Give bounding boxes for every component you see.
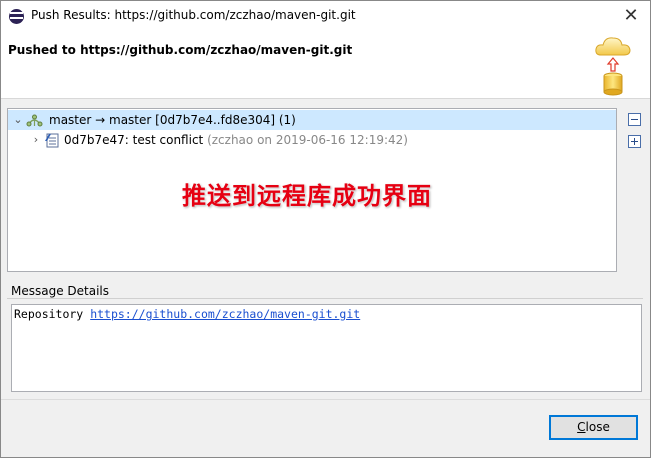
header-banner: Pushed to https://github.com/zczhao/mave… bbox=[1, 31, 650, 99]
cloud-upload-repository-icon bbox=[595, 37, 631, 96]
commit-summary: 0d7b7e47: test conflict bbox=[64, 133, 204, 147]
close-button-label: lose bbox=[585, 420, 610, 434]
tree-row-label: 0d7b7e47: test conflict (zczhao on 2019-… bbox=[64, 133, 408, 147]
eclipse-app-icon bbox=[9, 9, 24, 24]
commit-meta: (zczhao on 2019-06-16 12:19:42) bbox=[207, 133, 408, 147]
chevron-right-icon[interactable]: › bbox=[30, 133, 42, 147]
overlay-caption: 推送到远程库成功界面 bbox=[182, 182, 432, 210]
close-button[interactable]: Close bbox=[549, 415, 638, 440]
divider bbox=[1, 399, 650, 400]
push-results-dialog: Push Results: https://github.com/zczhao/… bbox=[0, 0, 651, 458]
tree-row-branch-update[interactable]: ⌄ master → master [0d7b7e4..fd8e304] (1) bbox=[8, 110, 616, 130]
close-icon[interactable]: ✕ bbox=[618, 3, 644, 29]
close-button-mnemonic: C bbox=[577, 420, 586, 434]
message-details-label: Message Details bbox=[11, 284, 110, 298]
page-title: Pushed to https://github.com/zczhao/mave… bbox=[8, 43, 353, 57]
tree-row-commit[interactable]: › 0d7b7e47: test conflict (zczhao on 201… bbox=[8, 130, 616, 150]
repository-branch-icon bbox=[26, 114, 43, 127]
repository-link[interactable]: https://github.com/zczhao/maven-git.git bbox=[90, 307, 360, 321]
expand-all-icon[interactable] bbox=[628, 135, 641, 148]
chevron-down-icon[interactable]: ⌄ bbox=[12, 113, 24, 127]
message-details-box[interactable]: Repository https://github.com/zczhao/mav… bbox=[11, 304, 642, 392]
commit-icon bbox=[45, 133, 59, 148]
window-title: Push Results: https://github.com/zczhao/… bbox=[31, 8, 356, 22]
title-bar: Push Results: https://github.com/zczhao/… bbox=[1, 1, 650, 31]
tree-row-label: master → master [0d7b7e4..fd8e304] (1) bbox=[49, 113, 296, 127]
divider bbox=[7, 298, 643, 299]
message-line: Repository https://github.com/zczhao/mav… bbox=[14, 307, 360, 321]
collapse-all-icon[interactable] bbox=[628, 113, 641, 126]
message-prefix: Repository bbox=[14, 307, 84, 321]
